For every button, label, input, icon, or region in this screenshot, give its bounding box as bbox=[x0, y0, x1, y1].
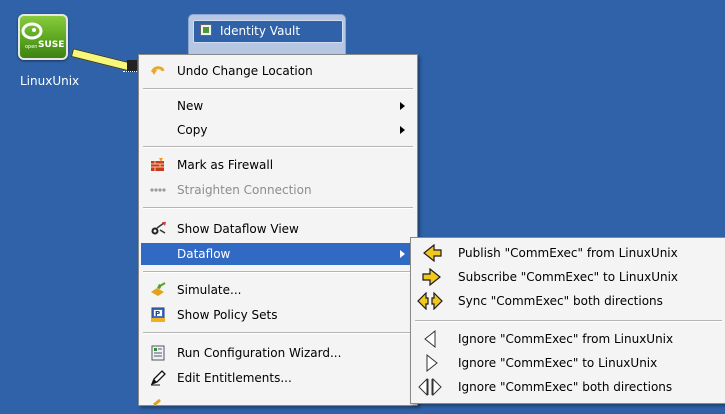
context-menu: Undo Change Location New Copy Mark as Fi… bbox=[138, 54, 418, 407]
menu-separator bbox=[143, 146, 413, 148]
opensuse-logo-icon: open SUSE bbox=[18, 14, 68, 60]
vault-icon bbox=[200, 24, 212, 36]
partial-item-icon bbox=[150, 395, 166, 411]
menu-item-straighten-connection[interactable]: Straighten Connection bbox=[141, 179, 415, 201]
menu-item-label: New bbox=[177, 99, 204, 113]
menu-separator bbox=[143, 271, 413, 273]
menu-item-label: Simulate... bbox=[177, 283, 242, 297]
publish-arrow-icon bbox=[421, 244, 443, 262]
menu-item-copy[interactable]: Copy bbox=[141, 119, 415, 141]
menu-item-label: Undo Change Location bbox=[177, 64, 313, 78]
menu-item-publish[interactable]: Publish "CommExec" from LinuxUnix bbox=[413, 242, 724, 264]
menu-item-ignore-to[interactable]: Ignore "CommExec" to LinuxUnix bbox=[413, 352, 724, 374]
menu-item-label: Show Dataflow View bbox=[177, 222, 299, 236]
subscribe-arrow-icon bbox=[421, 268, 443, 286]
app-node-linuxunix[interactable]: open SUSE LinuxUnix bbox=[14, 10, 79, 90]
menu-separator bbox=[143, 207, 413, 209]
undo-icon bbox=[150, 63, 166, 79]
menu-item-partial[interactable] bbox=[141, 392, 415, 414]
submenu-arrow-icon bbox=[400, 250, 405, 258]
identity-vault-title: Identity Vault bbox=[220, 24, 301, 38]
app-node-label: LinuxUnix bbox=[20, 74, 80, 88]
menu-item-label: Mark as Firewall bbox=[177, 158, 274, 172]
svg-text:P: P bbox=[155, 310, 160, 318]
menu-item-ignore-both[interactable]: Ignore "CommExec" both directions bbox=[413, 376, 724, 398]
menu-item-run-configuration-wizard[interactable]: Run Configuration Wizard... bbox=[141, 342, 415, 364]
menu-item-label: Straighten Connection bbox=[177, 183, 312, 197]
menu-item-label: Ignore "CommExec" from LinuxUnix bbox=[458, 332, 674, 346]
menu-item-label: Dataflow bbox=[177, 247, 231, 261]
menu-item-mark-as-firewall[interactable]: Mark as Firewall bbox=[141, 154, 415, 176]
firewall-icon bbox=[150, 157, 166, 173]
menu-separator bbox=[143, 332, 413, 334]
edit-pencil-icon bbox=[150, 370, 166, 386]
menu-separator bbox=[143, 88, 413, 90]
ignore-from-outline-arrow-icon bbox=[421, 330, 443, 348]
menu-item-simulate[interactable]: Simulate... bbox=[141, 279, 415, 301]
dataflow-submenu: Publish "CommExec" from LinuxUnix Subscr… bbox=[410, 237, 725, 404]
driver-connection-line[interactable] bbox=[70, 48, 136, 73]
ignore-to-outline-arrow-icon bbox=[421, 354, 443, 372]
straighten-connection-icon bbox=[150, 182, 166, 198]
connection-end-dots bbox=[123, 71, 139, 75]
menu-item-label: Publish "CommExec" from LinuxUnix bbox=[458, 246, 678, 260]
logo-open-text: open bbox=[25, 44, 38, 50]
menu-item-ignore-from[interactable]: Ignore "CommExec" from LinuxUnix bbox=[413, 328, 724, 350]
menu-item-label: Ignore "CommExec" both directions bbox=[458, 380, 673, 394]
menu-item-new[interactable]: New bbox=[141, 95, 415, 117]
logo-suse-text: SUSE bbox=[38, 40, 65, 50]
identity-vault-titlebar[interactable]: Identity Vault bbox=[193, 20, 343, 43]
submenu-arrow-icon bbox=[400, 126, 405, 134]
menu-item-subscribe[interactable]: Subscribe "CommExec" to LinuxUnix bbox=[413, 266, 724, 288]
policy-sets-icon: P bbox=[150, 307, 166, 323]
menu-item-label: Subscribe "CommExec" to LinuxUnix bbox=[458, 270, 679, 284]
designer-canvas[interactable]: open SUSE LinuxUnix Identity Vault Undo … bbox=[0, 0, 725, 407]
menu-item-label: Sync "CommExec" both directions bbox=[458, 294, 663, 308]
simulate-icon bbox=[150, 282, 166, 298]
submenu-arrow-icon bbox=[400, 102, 405, 110]
menu-item-label: Edit Entitlements... bbox=[177, 371, 292, 385]
menu-item-label: Run Configuration Wizard... bbox=[177, 346, 342, 360]
menu-item-sync[interactable]: Sync "CommExec" both directions bbox=[413, 290, 724, 312]
menu-item-undo-change-location[interactable]: Undo Change Location bbox=[141, 60, 415, 82]
sync-both-arrows-icon bbox=[417, 292, 443, 310]
menu-item-dataflow[interactable]: Dataflow bbox=[141, 243, 415, 265]
menu-item-show-policy-sets[interactable]: P Show Policy Sets bbox=[141, 304, 415, 326]
menu-item-show-dataflow-view[interactable]: Show Dataflow View bbox=[141, 218, 415, 240]
dataflow-view-icon bbox=[150, 221, 166, 237]
menu-item-label: Ignore "CommExec" to LinuxUnix bbox=[458, 356, 658, 370]
menu-item-label: Show Policy Sets bbox=[177, 308, 278, 322]
configuration-wizard-icon bbox=[150, 345, 166, 361]
menu-item-label: Copy bbox=[177, 123, 208, 137]
ignore-both-outline-arrows-icon bbox=[418, 378, 443, 396]
menu-separator bbox=[415, 320, 722, 322]
menu-item-edit-entitlements[interactable]: Edit Entitlements... bbox=[141, 367, 415, 389]
